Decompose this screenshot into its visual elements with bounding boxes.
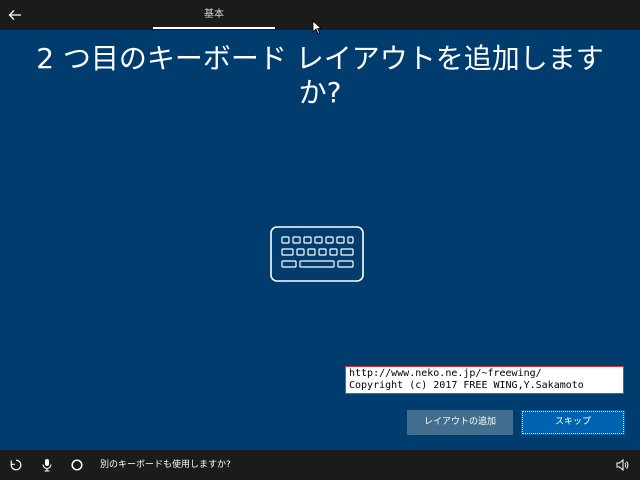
ease-of-access-icon: [10, 459, 22, 471]
volume-button[interactable]: [614, 457, 630, 473]
tab-active-indicator: [153, 27, 275, 29]
page-title-line1: 2 つ目のキーボード レイアウトを追加します: [36, 42, 604, 75]
ease-of-access-button[interactable]: [8, 457, 24, 473]
cortana-button[interactable]: [69, 457, 85, 473]
skip-button[interactable]: スキップ: [521, 410, 625, 435]
microphone-icon: [42, 459, 52, 472]
page-title-line2: か?: [298, 76, 342, 109]
voice-prompt-text: 別のキーボードも使用しますか?: [100, 460, 231, 470]
microphone-button[interactable]: [39, 457, 55, 473]
watermark-copyright: Copyright (c) 2017 FREE WING,Y.Sakamoto: [349, 380, 584, 391]
page-title: 2 つ目のキーボード レイアウトを追加します か?: [0, 42, 640, 110]
taskbar: 別のキーボードも使用しますか?: [0, 450, 640, 480]
mouse-cursor-icon: [312, 20, 322, 34]
volume-icon: [616, 458, 629, 472]
add-layout-button[interactable]: レイアウトの追加: [407, 410, 513, 435]
copyright-watermark: http://www.neko.ne.jp/~freewing/Copyrigh…: [345, 366, 624, 394]
back-arrow-icon: [8, 10, 21, 20]
tab-basic[interactable]: 基本: [153, 0, 275, 30]
cortana-icon: [71, 459, 83, 471]
watermark-url: http://www.neko.ne.jp/~freewing/: [349, 368, 542, 379]
back-button[interactable]: [4, 4, 26, 26]
keyboard-icon: [270, 226, 364, 282]
